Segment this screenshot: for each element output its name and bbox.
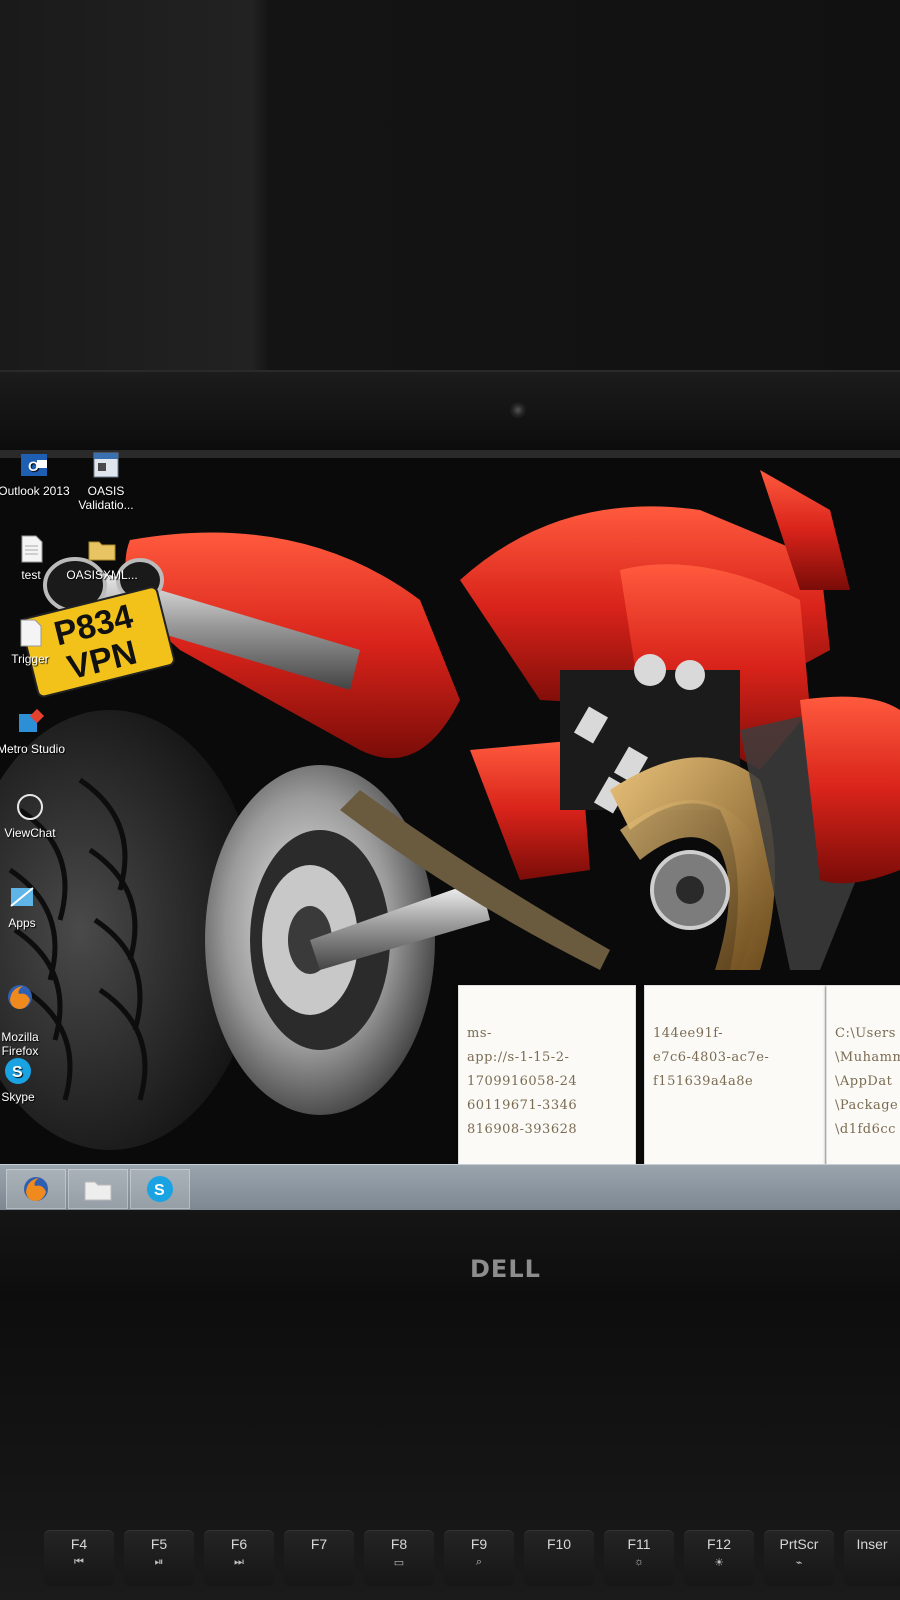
sticky-note-3[interactable]: C:\Users \Muhamm \AppDat \Package \d1fd6… (826, 985, 900, 1167)
key-label: PrtScr (779, 1536, 819, 1552)
taskbar: S (0, 1164, 900, 1210)
key-f4[interactable]: F4 ⏮ (44, 1530, 114, 1586)
apps-icon (10, 887, 34, 907)
key-label: F10 (546, 1536, 572, 1552)
sticky-note-text[interactable]: C:\Users \Muhamm \AppDat \Package \d1fd6… (827, 986, 900, 1142)
sticky-note-text[interactable]: 144ee91f- e7c6-4803-ac7e- f151639a4a8e (645, 986, 825, 1094)
desktop-icon-label: test (21, 568, 41, 582)
desktop-icon-label: OASISXML... (66, 568, 138, 582)
application-icon (93, 452, 119, 478)
skype-icon: S (147, 1176, 173, 1202)
desktop-icon-label: Outlook 2013 (0, 484, 70, 498)
play-pause-icon: ⏯ (154, 1556, 164, 1568)
skype-icon: S (5, 1058, 31, 1084)
laptop-screen: P834 VPN O Outlook 2013 OASIS Validatio.… (0, 450, 900, 1210)
brightness-down-icon: ☼ (633, 1556, 645, 1568)
brightness-up-icon: ☀ (714, 1557, 724, 1569)
document-icon (20, 619, 42, 647)
desktop-icon-label: Skype (1, 1090, 35, 1104)
wireless-icon: ⌁ (795, 1557, 803, 1569)
key-prtscr[interactable]: PrtScr ⌁ (764, 1530, 834, 1586)
sticky-note-2[interactable]: 144ee91f- e7c6-4803-ac7e- f151639a4a8e (644, 985, 826, 1167)
outlook-icon: O (21, 454, 47, 476)
desktop-icon-firefox[interactable]: Mozilla Firefox (0, 968, 58, 1058)
search-icon: ⌕ (475, 1556, 483, 1568)
desktop-icon-oasis-validation[interactable]: OASIS Validatio... (68, 450, 144, 512)
sticky-note-text[interactable]: ms- app://s-1-15-2- 1709916058-24 601196… (459, 986, 635, 1142)
key-label: F12 (706, 1536, 732, 1552)
key-f6[interactable]: F6 ⏭ (204, 1530, 274, 1586)
key-f8[interactable]: F8 ▭ (364, 1530, 434, 1586)
key-label: F7 (310, 1536, 328, 1552)
desktop-icon-metro-studio[interactable]: Metro Studio (0, 708, 76, 756)
taskbar-explorer-button[interactable] (68, 1169, 128, 1209)
key-label: F5 (150, 1536, 168, 1552)
key-f12[interactable]: F12 ☀ (684, 1530, 754, 1586)
desktop-icon-label: Trigger (11, 652, 49, 666)
next-track-icon: ⏭ (234, 1556, 244, 1568)
desktop-icon-oasisxml[interactable]: OASISXML... (64, 534, 140, 582)
webcam (510, 402, 526, 418)
brand-logo: DELL (470, 1255, 541, 1283)
key-f9[interactable]: F9 ⌕ (444, 1530, 514, 1586)
room-wall (0, 0, 900, 380)
taskbar-skype-button[interactable]: S (130, 1169, 190, 1209)
previous-track-icon: ⏮ (74, 1556, 84, 1568)
desktop-icon-test[interactable]: test (0, 534, 69, 582)
desktop-icon-outlook[interactable]: O Outlook 2013 (0, 450, 72, 498)
desktop-icon-apps[interactable]: Apps (0, 882, 60, 930)
text-file-icon (21, 535, 43, 563)
folder-icon (88, 541, 116, 561)
desktop-icon-skype[interactable]: S Skype (0, 1056, 56, 1104)
taskbar-firefox-button[interactable] (6, 1169, 66, 1209)
key-label: F4 (70, 1536, 88, 1552)
firefox-icon (24, 1177, 48, 1201)
display-switch-icon: ▭ (393, 1557, 405, 1569)
key-label: F9 (470, 1536, 488, 1552)
desktop-icon-label: Mozilla Firefox (1, 1030, 39, 1058)
key-f10[interactable]: F10 (524, 1530, 594, 1586)
key-f11[interactable]: F11 ☼ (604, 1530, 674, 1586)
folder-icon (84, 1181, 112, 1201)
viewchat-icon (17, 794, 43, 820)
key-label: F8 (390, 1536, 408, 1552)
laptop-bottom-bezel (0, 1210, 900, 1290)
firefox-icon (8, 985, 32, 1009)
key-f5[interactable]: F5 ⏯ (124, 1530, 194, 1586)
key-label: F6 (230, 1536, 248, 1552)
desktop-icon-trigger[interactable]: Trigger (0, 618, 68, 666)
desktop-icon-viewchat[interactable]: ViewChat (0, 792, 72, 840)
desktop-icon-label: Apps (8, 916, 36, 930)
svg-text:S: S (154, 1182, 165, 1199)
laptop-top-bezel (0, 370, 900, 452)
desktop-icon-label: OASIS Validatio... (78, 484, 134, 512)
key-insert[interactable]: Inser (844, 1530, 900, 1586)
sticky-note-1[interactable]: ms- app://s-1-15-2- 1709916058-24 601196… (458, 985, 636, 1167)
desktop-icon-label: Metro Studio (0, 742, 66, 756)
desktop-icon-label: ViewChat (4, 826, 56, 840)
svg-text:S: S (12, 1064, 23, 1081)
key-f7[interactable]: F7 (284, 1530, 354, 1586)
key-label: Inser (856, 1536, 888, 1552)
metro-studio-icon (19, 708, 45, 732)
key-label: F11 (627, 1536, 651, 1552)
